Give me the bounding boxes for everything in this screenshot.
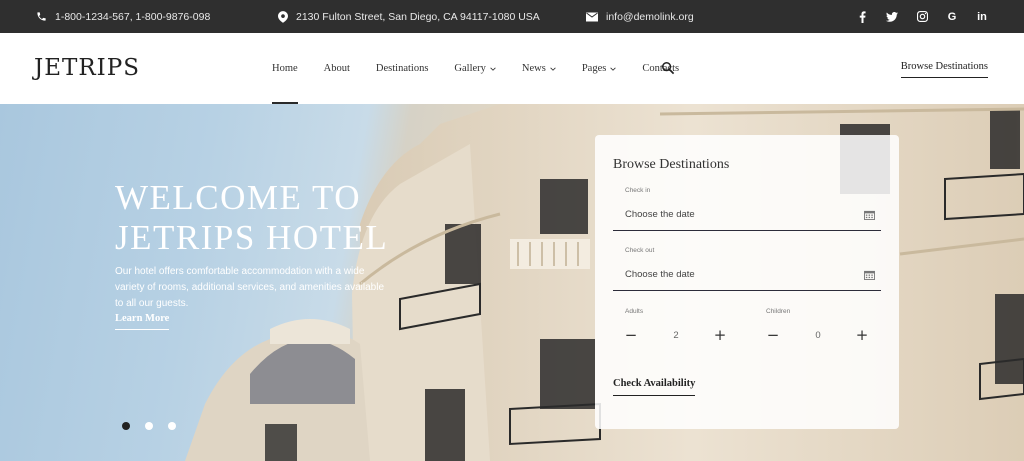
booking-title: Browse Destinations bbox=[613, 157, 730, 172]
calendar-icon[interactable] bbox=[864, 270, 875, 280]
children-increment-button[interactable]: + bbox=[855, 326, 869, 344]
main-nav: Home About Destinations Gallery News Pag… bbox=[272, 33, 705, 104]
nav-gallery-label: Gallery bbox=[454, 63, 486, 74]
twitter-icon[interactable] bbox=[886, 11, 898, 22]
nav-home[interactable]: Home bbox=[272, 33, 298, 104]
nav-about-label: About bbox=[323, 63, 350, 74]
nav-home-label: Home bbox=[272, 63, 298, 74]
learn-more-link[interactable]: Learn More bbox=[115, 313, 170, 330]
phone-info: 1-800-1234-567, 1-800-9876-098 bbox=[36, 0, 210, 33]
search-icon[interactable] bbox=[661, 61, 675, 75]
social-links: G in bbox=[856, 0, 988, 33]
address-info: 2130 Fulton Street, San Diego, CA 94117-… bbox=[278, 0, 540, 33]
top-bar: 1-800-1234-567, 1-800-9876-098 2130 Fult… bbox=[0, 0, 1024, 33]
linkedin-icon[interactable]: in bbox=[976, 11, 988, 23]
checkin-label: Check in bbox=[625, 187, 651, 194]
children-label: Children bbox=[766, 308, 791, 315]
slider-dot[interactable] bbox=[168, 422, 176, 430]
checkout-field[interactable]: Choose the date bbox=[613, 263, 881, 291]
nav-gallery[interactable]: Gallery bbox=[454, 33, 496, 104]
check-availability-button[interactable]: Check Availability bbox=[613, 378, 696, 396]
email-link[interactable]: info@demolink.org bbox=[606, 11, 694, 23]
hero-title: WELCOME TO JETRIPS HOTEL bbox=[115, 178, 389, 257]
nav-destinations-label: Destinations bbox=[375, 63, 429, 74]
adults-decrement-button[interactable]: − bbox=[624, 326, 638, 344]
site-header: JETRIPS Home About Destinations Gallery … bbox=[0, 33, 1024, 104]
hero-description: Our hotel offers comfortable accommodati… bbox=[115, 266, 385, 309]
adults-label: Adults bbox=[625, 308, 644, 315]
adults-value: 2 bbox=[673, 330, 679, 341]
email-info: info@demolink.org bbox=[586, 0, 694, 33]
children-value: 0 bbox=[815, 330, 821, 341]
mail-icon bbox=[586, 12, 598, 21]
phone-text[interactable]: 1-800-1234-567, 1-800-9876-098 bbox=[55, 11, 210, 23]
address-text: 2130 Fulton Street, San Diego, CA 94117-… bbox=[296, 10, 540, 23]
facebook-icon[interactable] bbox=[856, 10, 868, 23]
checkout-placeholder: Choose the date bbox=[625, 269, 695, 280]
slider-dot[interactable] bbox=[122, 422, 130, 430]
nav-about[interactable]: About bbox=[324, 33, 350, 104]
chevron-down-icon bbox=[490, 67, 496, 71]
nav-pages-label: Pages bbox=[581, 63, 607, 74]
browse-destinations-link[interactable]: Browse Destinations bbox=[900, 61, 988, 78]
nav-pages[interactable]: Pages bbox=[582, 33, 617, 104]
adults-increment-button[interactable]: + bbox=[713, 326, 727, 344]
chevron-down-icon bbox=[550, 67, 556, 71]
checkin-placeholder: Choose the date bbox=[625, 209, 695, 220]
phone-icon bbox=[37, 12, 46, 21]
instagram-icon[interactable] bbox=[916, 11, 928, 22]
location-pin-icon bbox=[278, 10, 288, 23]
nav-destinations[interactable]: Destinations bbox=[376, 33, 429, 104]
children-decrement-button[interactable]: − bbox=[766, 326, 780, 344]
checkin-field[interactable]: Choose the date bbox=[613, 203, 881, 231]
slider-dots bbox=[122, 422, 176, 430]
nav-news-label: News bbox=[521, 63, 546, 74]
checkout-label: Check out bbox=[625, 247, 655, 254]
chevron-down-icon bbox=[610, 67, 617, 71]
booking-form: Browse Destinations Check in Choose the … bbox=[595, 135, 899, 429]
nav-news[interactable]: News bbox=[522, 33, 556, 104]
calendar-icon[interactable] bbox=[864, 210, 875, 220]
slider-dot[interactable] bbox=[145, 422, 153, 430]
site-logo[interactable]: JETRIPS bbox=[34, 55, 140, 81]
google-icon[interactable]: G bbox=[946, 11, 958, 23]
